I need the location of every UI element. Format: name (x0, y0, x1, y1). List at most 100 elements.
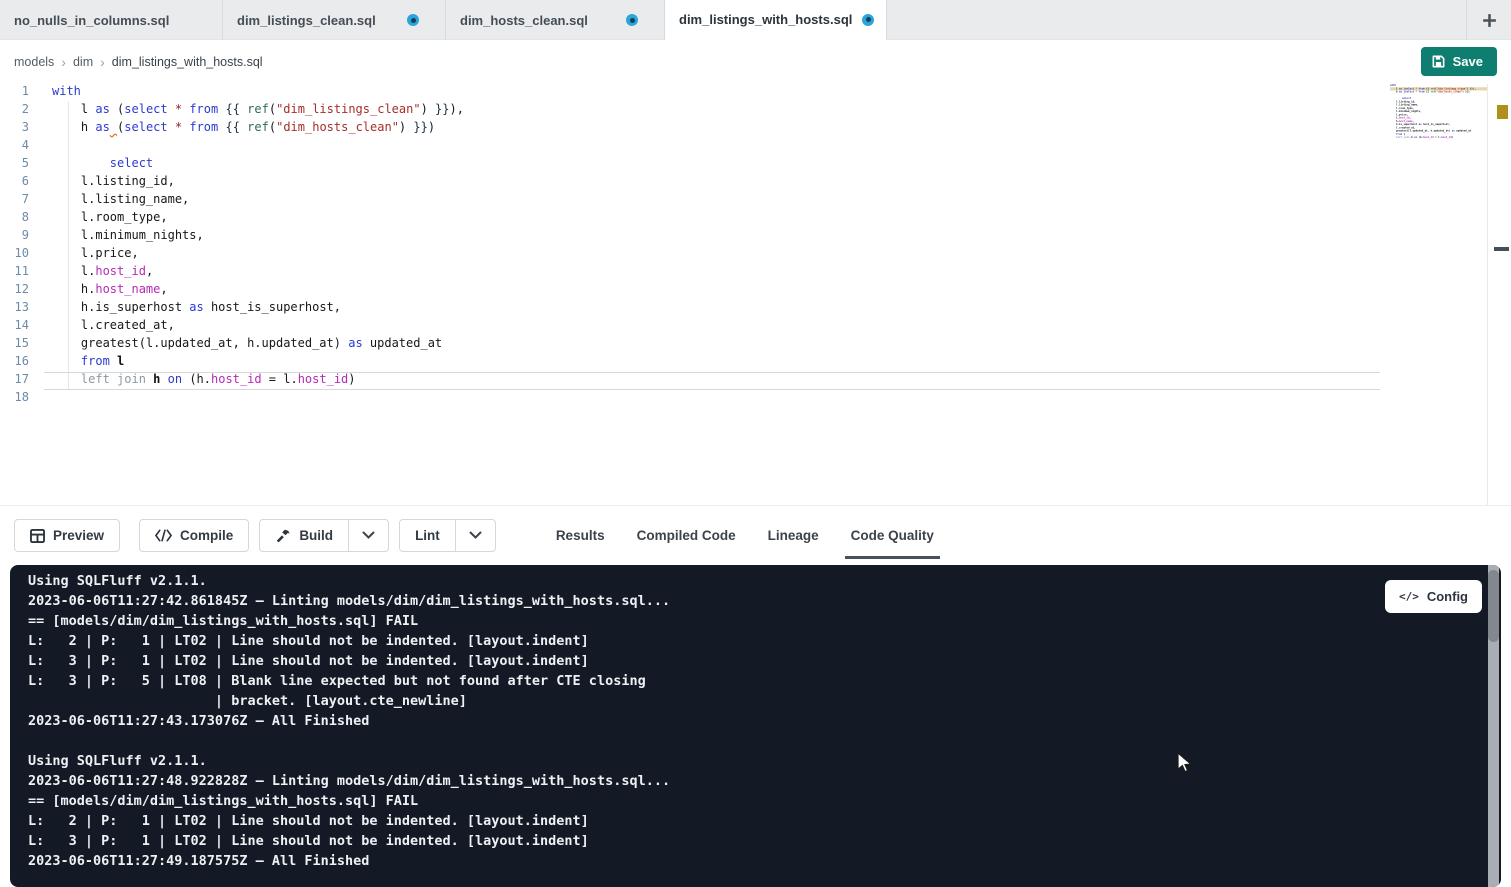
config-button-label: Config (1427, 589, 1468, 604)
line-number: 17 (0, 372, 44, 390)
code-line-14[interactable]: l.created_at, (52, 318, 1378, 336)
tab-strip: no_nulls_in_columns.sql dim_listings_clea… (0, 0, 887, 39)
code-line-6[interactable]: l.listing_id, (52, 174, 1378, 192)
panel-tab-lineage[interactable]: Lineage (752, 513, 835, 559)
terminal-line: L: 3 | P: 1 | LT02 | Line should not be … (28, 833, 1471, 853)
tab-label: dim_listings_with_hosts.sql (679, 12, 852, 27)
overview-warning-marker (1497, 105, 1508, 119)
line-number: 7 (0, 192, 44, 210)
terminal-line: 2023-06-06T11:27:43.173076Z — All Finish… (28, 713, 1471, 733)
line-number: 15 (0, 336, 44, 354)
code-line-16[interactable]: from l (52, 354, 1378, 372)
save-button[interactable]: Save (1421, 47, 1497, 76)
terminal-line: L: 2 | P: 1 | LT02 | Line should not be … (28, 813, 1471, 833)
build-button-label: Build (299, 528, 333, 543)
chevron-down-icon (362, 531, 375, 540)
breadcrumb-separator: › (100, 54, 105, 70)
unsaved-changes-icon[interactable] (626, 14, 638, 26)
terminal-line: | bracket. [layout.cte_newline] (28, 693, 1471, 713)
code-line-1[interactable]: with (52, 84, 1378, 102)
code-line-11[interactable]: l.host_id, (52, 264, 1378, 282)
code-line-18[interactable] (52, 390, 1378, 408)
panel-tab-strip: ResultsCompiled CodeLineageCode Quality (540, 513, 950, 559)
lint-button[interactable]: Lint (400, 520, 455, 551)
compile-button[interactable]: Compile (139, 519, 249, 552)
unsaved-changes-icon[interactable] (407, 14, 419, 26)
terminal-line: 2023-06-06T11:27:48.922828Z — Linting mo… (28, 773, 1471, 793)
tab-no_nulls_in_columns.sql[interactable]: no_nulls_in_columns.sql (0, 0, 223, 40)
terminal-panel[interactable]: Using SQLFluff v2.1.1.2023-06-06T11:27:4… (10, 565, 1501, 887)
panel-tab-compiled-code[interactable]: Compiled Code (621, 513, 752, 559)
editor-scrollbar-track (1487, 84, 1488, 505)
line-number: 11 (0, 264, 44, 282)
breadcrumb-separator: › (61, 54, 66, 70)
new-tab-button[interactable] (1467, 0, 1511, 40)
hammer-icon (275, 528, 291, 544)
plus-icon (1481, 12, 1498, 29)
terminal-line: == [models/dim/dim_listings_with_hosts.s… (28, 613, 1471, 633)
code-line-4[interactable] (52, 138, 1378, 156)
code-line-3[interactable]: h as (select * from {{ ref("dim_hosts_cl… (52, 120, 1378, 138)
code-line-10[interactable]: l.price, (52, 246, 1378, 264)
minimap-content: with l as (select * from {{ ref("dim_lis… (1390, 84, 1487, 143)
terminal-output: Using SQLFluff v2.1.1.2023-06-06T11:27:4… (28, 573, 1471, 873)
preview-button-label: Preview (53, 528, 104, 543)
unsaved-changes-icon[interactable] (862, 14, 874, 26)
tab-dim_hosts_clean.sql[interactable]: dim_hosts_clean.sql (446, 0, 665, 40)
code-editor[interactable]: 123456789101112131415161718 with l as (s… (0, 84, 1511, 505)
line-number: 6 (0, 174, 44, 192)
action-toolbar: Preview Compile Build Lint (0, 505, 1511, 565)
terminal-line: Using SQLFluff v2.1.1. (28, 573, 1471, 593)
line-number: 12 (0, 282, 44, 300)
tab-label: dim_listings_clean.sql (237, 13, 376, 28)
terminal-line: L: 3 | P: 5 | LT08 | Blank line expected… (28, 673, 1471, 693)
line-number: 14 (0, 318, 44, 336)
line-number: 16 (0, 354, 44, 372)
tab-bar: no_nulls_in_columns.sql dim_listings_clea… (0, 0, 1511, 40)
terminal-line: 2023-06-06T11:27:49.187575Z — All Finish… (28, 853, 1471, 873)
build-dropdown-toggle[interactable] (348, 520, 388, 551)
line-number: 4 (0, 138, 44, 156)
breadcrumb-item-dim_listings_with_hosts.sql[interactable]: dim_listings_with_hosts.sql (112, 55, 263, 69)
build-button[interactable]: Build (260, 520, 348, 551)
save-icon (1431, 54, 1446, 69)
terminal-line: == [models/dim/dim_listings_with_hosts.s… (28, 793, 1471, 813)
code-line-8[interactable]: l.room_type, (52, 210, 1378, 228)
panel-tab-results[interactable]: Results (540, 513, 621, 559)
editor-minimap[interactable]: with l as (select * from {{ ref("dim_lis… (1390, 84, 1487, 204)
line-number: 18 (0, 390, 44, 408)
terminal-line: L: 2 | P: 1 | LT02 | Line should not be … (28, 633, 1471, 653)
editor-code-area[interactable]: with l as (select * from {{ ref("dim_lis… (52, 84, 1378, 408)
code-line-15[interactable]: greatest(l.updated_at, h.updated_at) as … (52, 336, 1378, 354)
lint-dropdown-toggle[interactable] (455, 520, 495, 551)
breadcrumb-item-models[interactable]: models (14, 55, 54, 69)
line-number: 3 (0, 120, 44, 138)
breadcrumb: models › dim › dim_listings_with_hosts.sql (14, 40, 263, 84)
line-number: 10 (0, 246, 44, 264)
overview-cursor-marker (1494, 247, 1509, 251)
line-number: 8 (0, 210, 44, 228)
panel-tab-code-quality[interactable]: Code Quality (835, 513, 950, 559)
code-line-13[interactable]: h.is_superhost as host_is_superhost, (52, 300, 1378, 318)
terminal-line: 2023-06-06T11:27:42.861845Z — Linting mo… (28, 593, 1471, 613)
lint-split-button: Lint (399, 519, 496, 552)
chevron-down-icon (469, 531, 482, 540)
line-number: 9 (0, 228, 44, 246)
tab-dim_listings_clean.sql[interactable]: dim_listings_clean.sql (223, 0, 446, 40)
code-line-17[interactable]: left join h on (h.host_id = l.host_id) (52, 372, 1378, 390)
line-number: 1 (0, 84, 44, 102)
config-button[interactable]: </> Config (1385, 580, 1482, 613)
code-line-12[interactable]: h.host_name, (52, 282, 1378, 300)
terminal-scrollbar-thumb[interactable] (1488, 570, 1499, 642)
code-brackets-icon (155, 529, 172, 542)
tab-dim_listings_with_hosts.sql[interactable]: dim_listings_with_hosts.sql (665, 0, 887, 40)
code-line-5[interactable]: select (52, 156, 1378, 174)
compile-button-label: Compile (180, 528, 233, 543)
line-number: 2 (0, 102, 44, 120)
code-line-2[interactable]: l as (select * from {{ ref("dim_listings… (52, 102, 1378, 120)
terminal-line (28, 733, 1471, 753)
preview-button[interactable]: Preview (14, 519, 120, 552)
code-line-9[interactable]: l.minimum_nights, (52, 228, 1378, 246)
breadcrumb-item-dim[interactable]: dim (73, 55, 93, 69)
code-line-7[interactable]: l.listing_name, (52, 192, 1378, 210)
